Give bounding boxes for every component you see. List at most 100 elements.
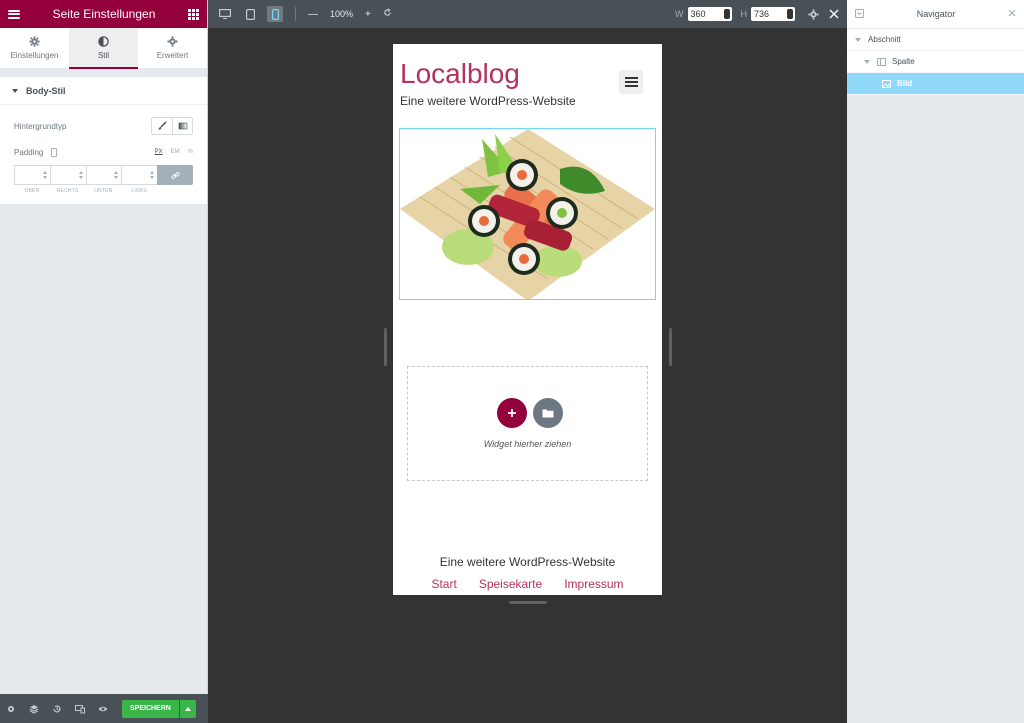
padding-labels: OBEN RECHTS UNTEN LINKS [14,188,193,194]
tab-einstellungen[interactable]: Einstellungen [0,28,69,68]
padding-bottom-input[interactable] [85,165,122,185]
hamburger-menu-icon[interactable] [8,9,20,19]
caret-down-icon [12,88,18,93]
save-button[interactable]: SPEICHERN [122,699,179,718]
image-widget[interactable] [399,128,656,300]
nav-item-label: Bild [897,79,913,88]
half-circle-icon [98,36,109,47]
padding-right-input[interactable] [49,165,86,185]
widget-drop-zone[interactable]: Widget hierher ziehen [407,366,648,481]
width-value: 360 [690,9,706,19]
unit-percent[interactable]: % [188,149,193,155]
resize-handle-left[interactable] [384,328,387,366]
height-input[interactable]: 736 [751,7,795,21]
navigator-tree: Abschnitt Spalte Bild [847,29,1024,95]
collapse-all-icon[interactable] [855,8,864,20]
background-type-label: Hintergrundtyp [14,121,67,131]
reset-zoom-icon[interactable] [383,8,392,20]
section-body-stil[interactable]: Body-Stil [0,77,207,105]
folder-icon [542,409,554,418]
dimension-inputs: W 360 H 736 [675,7,804,21]
mobile-device-icon[interactable] [51,147,58,157]
close-icon[interactable] [1008,9,1016,19]
nav-item-bild[interactable]: Bild [847,73,1024,95]
panel-tabs: Einstellungen Stil Erweitert [0,28,207,69]
mobile-preview: Localblog Eine weitere WordPress-Website [393,44,662,595]
zoom-in-icon[interactable]: + [365,9,371,20]
nav-item-spalte[interactable]: Spalte [847,51,1024,73]
add-template-button[interactable] [533,398,563,428]
resize-handle-bottom[interactable] [509,601,547,604]
cog-icon [167,36,178,47]
padding-control: Padding PX EM % [0,139,207,165]
close-icon[interactable] [829,9,839,19]
responsive-icon[interactable] [75,704,85,714]
settings-gear-icon[interactable] [808,8,819,20]
navigator-header: Navigator [847,0,1024,28]
link-values-button[interactable] [157,165,193,185]
history-icon[interactable] [52,704,62,714]
section-title: Body-Stil [26,85,66,96]
settings-panel: Seite Einstellungen Einstellungen Stil E… [0,0,208,723]
padding-top-input[interactable] [14,165,50,185]
image-icon [882,79,891,88]
caret-down-icon[interactable] [864,59,870,64]
padding-bottom-label: UNTEN [94,188,113,194]
layers-icon[interactable] [29,704,39,714]
widgets-grid-icon[interactable] [188,8,199,20]
height-label: H [740,9,748,19]
panel-title: Seite Einstellungen [52,7,156,21]
padding-left-input[interactable] [121,165,157,185]
tab-label: Stil [97,51,110,60]
preview-eye-icon[interactable] [98,704,108,714]
footer-link-speisekarte[interactable]: Speisekarte [479,577,542,591]
save-group: SPEICHERN [122,699,196,718]
column-icon [877,57,886,66]
footer-link-impressum[interactable]: Impressum [564,577,623,591]
gradient-icon[interactable] [172,118,192,134]
nav-item-label: Spalte [892,57,915,66]
navigator-panel: Navigator Abschnitt Spalte Bild [847,0,1024,723]
settings-gear-icon[interactable] [6,704,16,714]
spinner-icon[interactable] [787,9,793,19]
plus-icon [508,409,516,417]
drop-zone-hint: Widget hierher ziehen [483,439,572,449]
padding-left-label: LINKS [131,188,147,194]
padding-inputs [14,165,193,185]
tab-erweitert[interactable]: Erweitert [138,28,207,68]
menu-toggle-button[interactable] [619,70,643,94]
nav-item-label: Abschnitt [868,35,901,44]
add-section-button[interactable] [497,398,527,428]
brush-icon[interactable] [152,118,172,134]
nav-item-abschnitt[interactable]: Abschnitt [847,29,1024,51]
gear-icon [29,36,40,47]
caret-down-icon[interactable] [855,37,861,42]
link-icon [170,171,180,179]
unit-px[interactable]: PX [155,149,163,155]
background-type-control: Hintergrundtyp [0,113,207,139]
footer-menu: Start Speisekarte Impressum [393,577,662,591]
background-type-choices [151,117,193,135]
resize-handle-right[interactable] [669,328,672,366]
width-label: W [675,9,684,19]
tab-label: Erweitert [156,51,189,60]
spinner-icon[interactable] [723,9,730,19]
preview-canvas: Localblog Eine weitere WordPress-Website [208,28,847,723]
zoom-level: 100% [330,9,354,19]
unit-em[interactable]: EM [171,149,180,155]
mobile-icon[interactable] [267,6,283,22]
zoom-out-icon[interactable]: — [308,9,318,20]
panel-header: Seite Einstellungen [0,0,207,28]
padding-label: Padding [14,147,44,157]
panel-footer: SPEICHERN [0,694,208,723]
site-title[interactable]: Localblog [400,58,520,90]
tab-stil[interactable]: Stil [69,28,138,69]
sushi-image [400,129,655,299]
save-options-button[interactable] [179,699,196,718]
footer-link-start[interactable]: Start [431,577,456,591]
desktop-icon[interactable] [217,6,233,22]
toolbar-divider [295,7,296,21]
tablet-icon[interactable] [242,6,258,22]
width-input[interactable]: 360 [687,7,732,21]
responsive-toolbar: — 100% + W 360 H 736 [208,0,847,28]
